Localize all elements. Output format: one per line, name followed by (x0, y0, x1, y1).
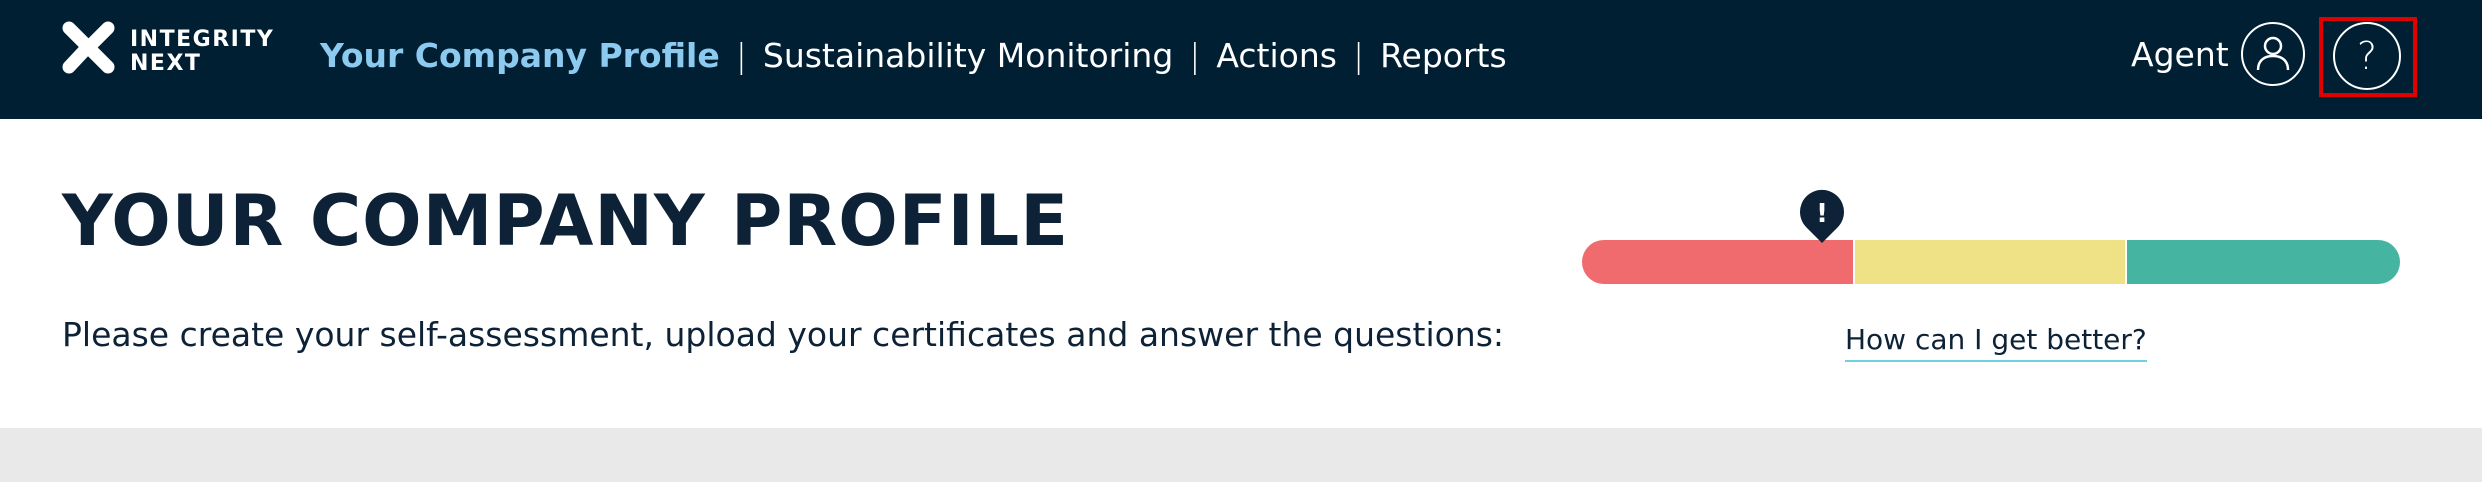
user-profile-button[interactable] (2241, 22, 2305, 86)
nav-your-company-profile[interactable]: Your Company Profile (320, 36, 720, 75)
nav-separator: | (1352, 35, 1365, 75)
user-icon (2256, 36, 2290, 71)
score-segment-yellow (1855, 240, 2125, 284)
score-marker-icon: ! (1800, 189, 1844, 243)
how-can-i-get-better-link[interactable]: How can I get better? (1845, 323, 2147, 362)
logo-line-2: NEXT (130, 51, 202, 76)
score-marker-glyph: ! (1816, 199, 1828, 229)
nav-separator: | (1189, 35, 1201, 75)
page-title: YOUR COMPANY PROFILE (62, 180, 1070, 262)
logo-x-icon (62, 21, 115, 74)
nav-actions[interactable]: Actions (1216, 36, 1337, 75)
nav-reports[interactable]: Reports (1380, 36, 1507, 75)
help-icon: ? (2356, 34, 2378, 78)
top-navigation-bar: INTEGRITY NEXT Your Company Profile | Su… (0, 0, 2482, 119)
score-segment-green (2127, 240, 2400, 284)
logo-line-1: INTEGRITY (130, 27, 275, 52)
integrity-next-logo[interactable]: INTEGRITY NEXT (60, 20, 280, 80)
help-button[interactable]: ? (2333, 22, 2401, 90)
main-nav: Your Company Profile | Sustainability Mo… (320, 30, 1507, 80)
logo-wordmark: INTEGRITY NEXT (130, 28, 274, 76)
user-name[interactable]: Agent (2131, 30, 2229, 80)
nav-sustainability-monitoring[interactable]: Sustainability Monitoring (763, 36, 1173, 75)
page-subtitle: Please create your self-assessment, uplo… (62, 315, 1505, 354)
nav-separator: | (735, 35, 747, 75)
page-header-panel: YOUR COMPANY PROFILE Please create your … (0, 119, 2482, 428)
score-bar (1582, 240, 2400, 284)
